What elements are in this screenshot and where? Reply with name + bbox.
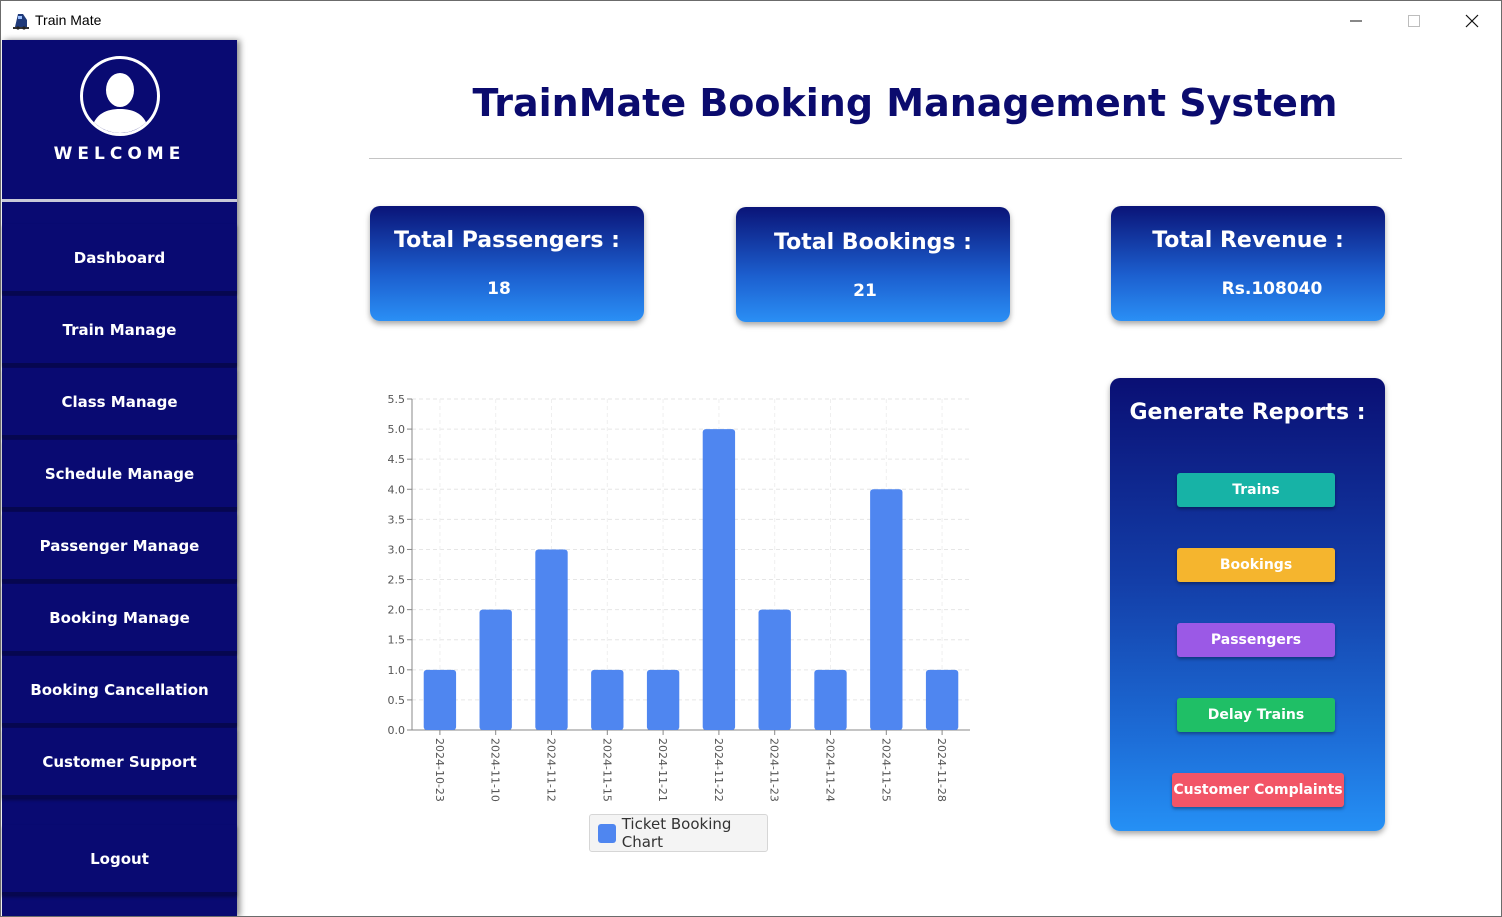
generate-reports-panel: Generate Reports : Trains Bookings Passe… <box>1110 378 1385 831</box>
close-icon <box>1465 14 1479 27</box>
sidebar-divider <box>2 199 237 202</box>
logout-button[interactable]: Logout <box>2 825 237 895</box>
welcome-text: WELCOME <box>53 144 186 164</box>
bar <box>758 609 791 730</box>
minimize-icon <box>1350 20 1362 21</box>
y-tick-label: 5.5 <box>388 393 406 406</box>
y-tick-label: 2.5 <box>388 574 406 587</box>
ticket-booking-chart: 0.0 0.5 1.0 1.5 2.0 2.5 3.0 3.5 4.0 4.5 5.0 5.5 2024… <box>361 386 981 861</box>
train-icon <box>13 14 29 30</box>
total-bookings-card: Total Bookings : 21 <box>736 207 1010 322</box>
sidebar-item-dashboard[interactable]: Dashboard <box>2 224 237 294</box>
y-tick-label: 4.5 <box>388 453 406 466</box>
user-avatar-icon <box>80 56 160 136</box>
y-tick-label: 2.0 <box>388 604 406 617</box>
x-tick-label: 2024-11-21 <box>656 738 669 802</box>
legend-label: Ticket Booking Chart <box>621 815 732 851</box>
passengers-report-button[interactable]: Passengers <box>1177 623 1335 657</box>
y-tick-label: 0.0 <box>388 724 406 737</box>
y-tick-label: 0.5 <box>388 694 406 707</box>
x-tick-label: 2024-11-12 <box>545 738 558 802</box>
bar-chart-svg: 0.0 0.5 1.0 1.5 2.0 2.5 3.0 3.5 4.0 4.5 5.0 5.5 2024… <box>388 393 970 802</box>
x-tick-label: 2024-11-25 <box>879 738 892 802</box>
bar <box>925 669 959 730</box>
trains-report-button[interactable]: Trains <box>1177 473 1335 507</box>
chart-legend: Ticket Booking Chart <box>589 814 768 852</box>
maximize-icon <box>1408 14 1420 27</box>
sidebar: WELCOME Dashboard Train Manage Class Man… <box>2 40 237 916</box>
bar <box>814 669 847 730</box>
sidebar-item-schedule-manage[interactable]: Schedule Manage <box>2 440 237 510</box>
x-tick-label: 2024-11-24 <box>824 738 837 802</box>
sidebar-item-customer-support[interactable]: Customer Support <box>2 728 237 798</box>
x-tick-label: 2024-10-23 <box>433 738 446 802</box>
x-tick-label: 2024-11-23 <box>768 738 781 802</box>
y-tick-label: 1.0 <box>388 664 406 677</box>
stat-value: 21 <box>853 281 877 301</box>
x-tick-label: 2024-11-15 <box>600 738 613 802</box>
title-bar: Train Mate <box>1 1 1501 40</box>
sidebar-item-booking-cancellation[interactable]: Booking Cancellation <box>2 656 237 726</box>
stat-label: Total Bookings : <box>774 230 972 255</box>
bookings-report-button[interactable]: Bookings <box>1177 548 1335 582</box>
close-button[interactable] <box>1443 1 1501 40</box>
y-tick-label: 4.0 <box>388 483 406 496</box>
minimize-button[interactable] <box>1327 1 1385 40</box>
bar <box>423 669 457 730</box>
sidebar-item-booking-manage[interactable]: Booking Manage <box>2 584 237 654</box>
bar <box>702 429 736 730</box>
x-tick-label: 2024-11-10 <box>489 738 502 802</box>
stat-label: Total Passengers : <box>394 228 620 253</box>
x-tick-label: 2024-11-22 <box>712 738 725 802</box>
window-title: Train Mate <box>35 12 102 28</box>
total-passengers-card: Total Passengers : 18 <box>370 206 644 321</box>
sidebar-item-passenger-manage[interactable]: Passenger Manage <box>2 512 237 582</box>
stat-value: 18 <box>487 279 511 299</box>
y-tick-label: 3.5 <box>388 513 406 526</box>
bar <box>591 669 624 730</box>
delay-trains-report-button[interactable]: Delay Trains <box>1177 698 1335 732</box>
x-tick-label: 2024-11-28 <box>935 738 948 802</box>
maximize-button[interactable] <box>1385 1 1443 40</box>
app-window: Train Mate WELCOME Dashboard Train Manag… <box>0 0 1502 917</box>
customer-complaints-report-button[interactable]: Customer Complaints <box>1172 773 1344 807</box>
sidebar-item-class-manage[interactable]: Class Manage <box>2 368 237 438</box>
bar <box>479 609 512 730</box>
sidebar-item-train-manage[interactable]: Train Manage <box>2 296 237 366</box>
page-title: TrainMate Booking Management System <box>472 81 1338 125</box>
total-revenue-card: Total Revenue : Rs.108040 <box>1111 206 1385 321</box>
bar <box>870 489 903 730</box>
y-tick-label: 3.0 <box>388 543 406 556</box>
bar <box>646 669 680 730</box>
header-divider <box>369 158 1402 159</box>
stat-label: Total Revenue : <box>1152 228 1344 253</box>
reports-title: Generate Reports : <box>1129 400 1366 425</box>
legend-swatch <box>598 823 616 843</box>
bar <box>535 549 568 730</box>
y-tick-label: 1.5 <box>388 634 406 647</box>
y-tick-label: 5.0 <box>388 423 406 436</box>
stat-value: Rs.108040 <box>1221 279 1323 299</box>
